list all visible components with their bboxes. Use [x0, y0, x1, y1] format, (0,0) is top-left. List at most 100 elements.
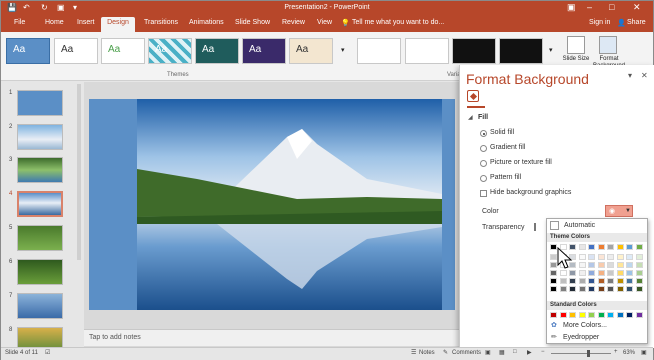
theme-color-swatch[interactable] — [616, 244, 624, 250]
theme-color-swatch[interactable] — [588, 244, 595, 250]
theme-color-swatch[interactable] — [616, 286, 624, 292]
theme-color-swatch[interactable] — [550, 244, 557, 250]
standard-color-swatch[interactable] — [550, 312, 557, 318]
spellcheck-icon[interactable]: ☑ — [45, 349, 50, 356]
theme-color-swatch[interactable] — [607, 286, 614, 292]
slide-size-icon[interactable] — [567, 36, 585, 54]
standard-color-swatch[interactable] — [635, 312, 643, 318]
standard-color-swatch[interactable] — [578, 312, 586, 318]
theme-color-swatch[interactable] — [578, 254, 586, 260]
theme-color-swatch[interactable] — [588, 270, 595, 276]
standard-color-swatch[interactable] — [616, 312, 624, 318]
standard-color-swatch[interactable] — [626, 312, 633, 318]
share-icon[interactable]: 👤 — [617, 19, 626, 27]
theme-color-swatch[interactable] — [607, 270, 614, 276]
theme-color-swatch[interactable] — [607, 254, 614, 260]
fill-tab-icon[interactable] — [467, 90, 479, 102]
theme-color-swatch[interactable] — [616, 254, 624, 260]
theme-color-swatch[interactable] — [616, 278, 624, 284]
comments-icon[interactable]: ✎ — [443, 349, 448, 356]
variant-1[interactable] — [357, 38, 401, 64]
reading-view-icon[interactable]: □ — [513, 349, 517, 355]
tab-view[interactable]: View — [317, 19, 332, 26]
color-picker-button[interactable]: ◉ ▼ — [605, 205, 633, 217]
picture-texture-fill-label[interactable]: Picture or texture fill — [490, 159, 552, 166]
slide-thumbnail-5[interactable] — [17, 225, 63, 251]
theme-office-selected[interactable]: Aa — [6, 38, 50, 64]
standard-color-swatch[interactable] — [607, 312, 614, 318]
theme-ion[interactable]: Aa — [195, 38, 239, 64]
fill-section-chevron-icon[interactable]: ◢ — [468, 114, 473, 121]
slide-thumbnail-4-selected[interactable] — [17, 191, 63, 217]
theme-color-swatch[interactable] — [550, 270, 557, 276]
theme-color-swatch[interactable] — [588, 262, 595, 268]
pane-close-icon[interactable]: ✕ — [641, 71, 648, 80]
tab-design[interactable]: Design — [101, 17, 135, 32]
theme-color-swatch[interactable] — [607, 244, 614, 250]
notes-button[interactable]: Notes — [419, 350, 435, 356]
fill-section-header[interactable]: Fill — [478, 114, 488, 121]
gradient-fill-label[interactable]: Gradient fill — [490, 144, 525, 151]
slideshow-icon[interactable]: ▶ — [527, 349, 532, 356]
theme-color-swatch[interactable] — [626, 270, 633, 276]
theme-color-swatch[interactable] — [569, 278, 576, 284]
tell-me-input[interactable]: Tell me what you want to do... — [352, 19, 444, 26]
tab-animations[interactable]: Animations — [189, 19, 224, 26]
theme-ion-boardroom[interactable]: Aa — [242, 38, 286, 64]
theme-color-swatch[interactable] — [597, 244, 605, 250]
theme-color-swatch[interactable] — [588, 254, 595, 260]
tab-slide-show[interactable]: Slide Show — [235, 19, 270, 26]
normal-view-icon[interactable]: ▣ — [485, 349, 491, 356]
close-icon[interactable]: ✕ — [633, 2, 641, 13]
slide-thumbnail-7[interactable] — [17, 293, 63, 319]
variants-more-icon[interactable]: ▾ — [549, 46, 553, 54]
theme-color-swatch[interactable] — [550, 262, 557, 268]
tab-transitions[interactable]: Transitions — [144, 19, 178, 26]
format-background-icon[interactable] — [599, 36, 617, 54]
notes-icon[interactable]: ☰ — [411, 349, 416, 356]
theme-color-swatch[interactable] — [559, 286, 567, 292]
variant-4[interactable] — [499, 38, 543, 64]
more-colors-option[interactable]: More Colors... — [563, 322, 607, 329]
tab-home[interactable]: Home — [45, 19, 64, 26]
theme-color-swatch[interactable] — [616, 270, 624, 276]
notes-placeholder[interactable]: Tap to add notes — [89, 334, 141, 341]
theme-integral[interactable]: Aa — [148, 38, 192, 64]
hide-graphics-label[interactable]: Hide background graphics — [490, 189, 571, 196]
maximize-icon[interactable]: □ — [609, 2, 614, 12]
theme-color-swatch[interactable] — [578, 244, 586, 250]
zoom-in-icon[interactable]: + — [614, 349, 618, 355]
themes-more-icon[interactable]: ▾ — [341, 46, 345, 54]
theme-color-swatch[interactable] — [626, 244, 633, 250]
theme-color-swatch[interactable] — [569, 286, 576, 292]
theme-color-swatch[interactable] — [578, 278, 586, 284]
solid-fill-label[interactable]: Solid fill — [490, 129, 514, 136]
theme-color-swatch[interactable] — [559, 278, 567, 284]
zoom-level[interactable]: 63% — [623, 350, 635, 356]
theme-color-swatch[interactable] — [597, 262, 605, 268]
automatic-option[interactable]: Automatic — [564, 222, 595, 229]
zoom-out-icon[interactable]: − — [541, 349, 545, 355]
theme-color-swatch[interactable] — [635, 286, 643, 292]
tab-review[interactable]: Review — [282, 19, 305, 26]
theme-color-swatch[interactable] — [588, 278, 595, 284]
share-button[interactable]: Share — [627, 19, 646, 26]
theme-color-swatch[interactable] — [626, 278, 633, 284]
zoom-slider-thumb[interactable] — [587, 350, 590, 357]
pattern-fill-label[interactable]: Pattern fill — [490, 174, 521, 181]
sign-in-link[interactable]: Sign in — [589, 19, 610, 26]
theme-color-swatch[interactable] — [616, 262, 624, 268]
slide-thumbnail-3[interactable] — [17, 157, 63, 183]
tab-file[interactable]: File — [14, 19, 25, 26]
gradient-fill-radio[interactable] — [480, 145, 487, 152]
comments-button[interactable]: Comments — [452, 350, 481, 356]
theme-color-swatch[interactable] — [635, 270, 643, 276]
theme-color-swatch[interactable] — [588, 286, 595, 292]
theme-color-swatch[interactable] — [597, 270, 605, 276]
standard-color-swatch[interactable] — [569, 312, 576, 318]
theme-color-swatch[interactable] — [607, 262, 614, 268]
slide-sorter-icon[interactable]: ▦ — [499, 349, 505, 356]
theme-color-swatch[interactable] — [550, 286, 557, 292]
zoom-slider[interactable] — [551, 353, 611, 354]
theme-color-swatch[interactable] — [626, 262, 633, 268]
